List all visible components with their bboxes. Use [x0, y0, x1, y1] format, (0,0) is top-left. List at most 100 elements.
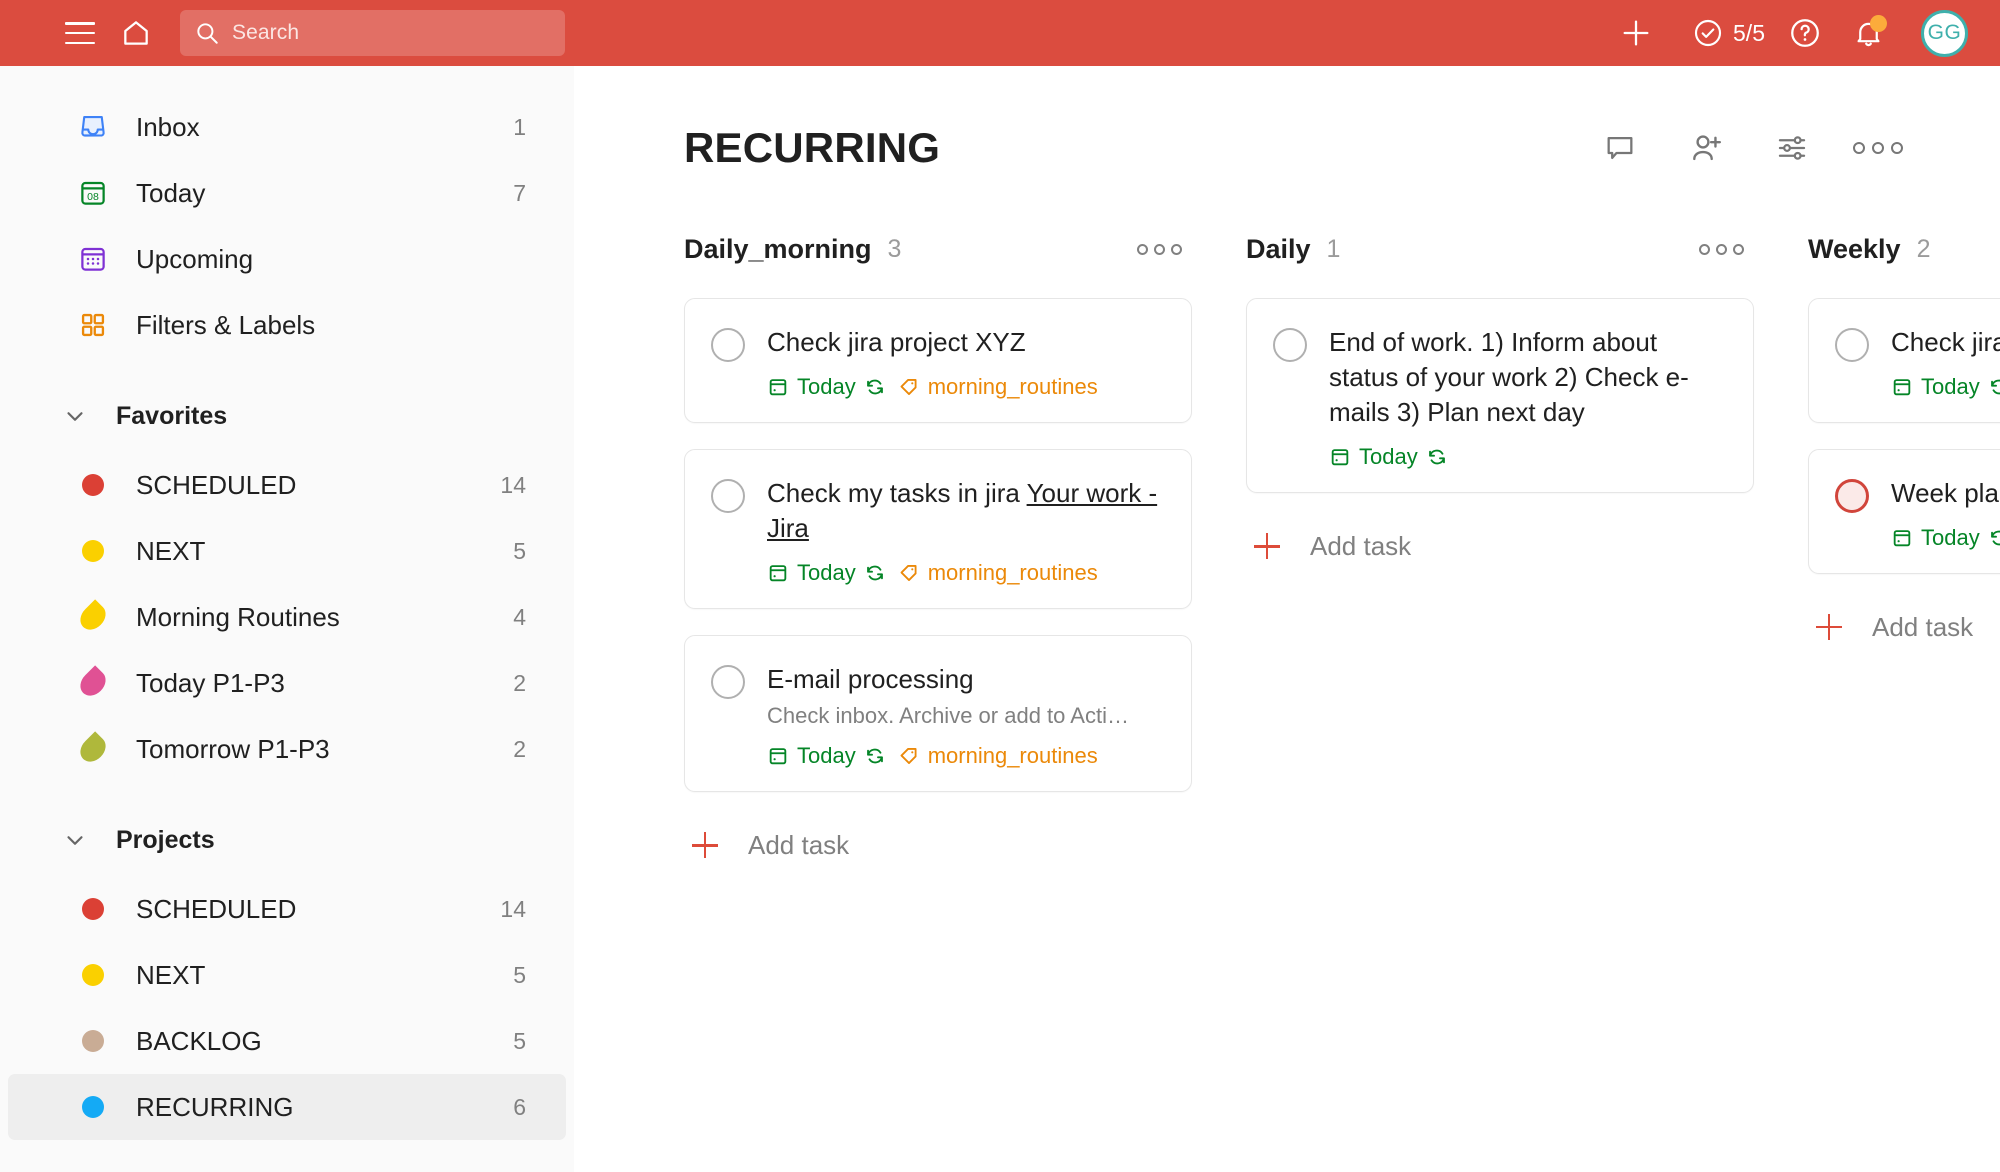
more-menu-icon	[1853, 142, 1903, 154]
sidebar-item-label: Filters & Labels	[136, 309, 316, 340]
sidebar-item-next-fav[interactable]: NEXT 5	[8, 518, 566, 584]
add-task-button[interactable]: Add task	[1808, 602, 2000, 652]
task-card[interactable]: Check my tasks in jira Your work - Jira …	[684, 449, 1192, 610]
search-input[interactable]: Search	[180, 10, 565, 56]
sidebar-item-count: 14	[500, 471, 526, 498]
view-options-button[interactable]	[1770, 126, 1814, 170]
avatar[interactable]: GG	[1921, 9, 1968, 57]
sidebar-item-label: Tomorrow P1-P3	[136, 733, 330, 764]
task-due-date[interactable]: Today	[767, 374, 886, 400]
sidebar-item-today[interactable]: 08 Today 7	[8, 160, 566, 226]
sidebar: Inbox 1 08 Today 7 Upcoming Filters & La…	[0, 66, 574, 1172]
task-due-date[interactable]: Today	[1891, 525, 2000, 551]
task-checkbox[interactable]	[1273, 328, 1307, 362]
board-column-daily-morning: Daily_morning 3 Check jira project XYZ T…	[684, 226, 1192, 870]
sidebar-item-next[interactable]: NEXT 5	[8, 942, 566, 1008]
task-due-date[interactable]: Today	[767, 560, 886, 586]
add-task-button[interactable]	[1614, 11, 1658, 55]
task-due-date[interactable]: Today	[1891, 374, 2000, 400]
task-card[interactable]: E-mail processing Check inbox. Archive o…	[684, 635, 1192, 793]
sidebar-item-count: 2	[513, 669, 526, 696]
recurring-icon	[1990, 379, 2000, 395]
search-icon	[197, 23, 218, 44]
sidebar-item-today-p1-p3[interactable]: Today P1-P3 2	[8, 650, 566, 716]
menu-button[interactable]	[58, 11, 102, 55]
task-title: Check my tasks in jira Your work - Jira	[767, 476, 1165, 546]
view-options-icon	[1778, 136, 1806, 160]
plus-icon	[1812, 610, 1846, 644]
add-person-button[interactable]	[1684, 126, 1728, 170]
column-title: Weekly	[1808, 233, 1901, 264]
page-title: RECURRING	[684, 124, 941, 171]
column-count: 1	[1326, 234, 1341, 263]
task-card[interactable]: End of work. 1) Inform about status of y…	[1246, 298, 1754, 494]
plus-icon	[1623, 20, 1649, 46]
column-menu-button[interactable]	[1699, 243, 1744, 255]
productivity-button[interactable]: 5/5	[1692, 17, 1765, 49]
task-due-label: Today	[1359, 444, 1418, 470]
task-tag[interactable]: morning_routines	[898, 560, 1098, 586]
sidebar-item-count: 6	[513, 1093, 526, 1120]
task-tag-label: morning_routines	[927, 560, 1098, 586]
task-due-label: Today	[797, 374, 856, 400]
sidebar-item-upcoming[interactable]: Upcoming	[8, 226, 566, 292]
search-placeholder: Search	[232, 21, 300, 44]
task-checkbox[interactable]	[711, 665, 745, 700]
task-tag[interactable]: morning_routines	[898, 743, 1098, 769]
task-checkbox[interactable]	[1835, 479, 1869, 514]
calendar-icon	[1893, 530, 1911, 547]
sidebar-item-label: Morning Routines	[136, 601, 340, 632]
column-menu-button[interactable]	[1137, 243, 1182, 255]
tag-icon	[900, 565, 917, 582]
task-checkbox[interactable]	[1835, 328, 1869, 362]
help-button[interactable]	[1783, 11, 1827, 55]
projects-section-header[interactable]: Projects	[0, 804, 574, 876]
check-circle-icon	[1694, 19, 1722, 47]
sidebar-item-label: NEXT	[136, 535, 206, 566]
add-task-button[interactable]: Add task	[1246, 521, 1754, 571]
notification-badge	[1870, 15, 1887, 32]
recurring-icon	[1428, 449, 1445, 465]
task-due-date[interactable]: Today	[1329, 444, 1448, 470]
plus-icon	[1250, 529, 1284, 563]
sidebar-item-label: Upcoming	[136, 243, 254, 274]
sidebar-item-label: BACKLOG	[136, 1025, 262, 1056]
column-header: Weekly 2	[1808, 226, 2000, 272]
favorites-section-header[interactable]: Favorites	[0, 380, 574, 452]
filter-drop-icon	[75, 599, 111, 635]
recurring-icon	[866, 749, 883, 764]
sidebar-item-morning-routines[interactable]: Morning Routines 4	[8, 584, 566, 650]
add-task-label: Add task	[1310, 530, 1412, 561]
add-task-button[interactable]: Add task	[684, 820, 1192, 870]
sidebar-item-backlog[interactable]: BACKLOG 5	[8, 1008, 566, 1074]
more-menu-button[interactable]	[1853, 126, 1903, 170]
task-due-date[interactable]: Today	[767, 743, 886, 769]
task-card[interactable]: Check jira project XYZ Today morning_rou…	[684, 298, 1192, 424]
sidebar-item-filters-labels[interactable]: Filters & Labels	[8, 292, 566, 358]
chevron-down-icon[interactable]	[58, 823, 92, 857]
task-checkbox[interactable]	[711, 328, 745, 362]
sidebar-item-tomorrow-p1-p3[interactable]: Tomorrow P1-P3 2	[8, 716, 566, 782]
task-card[interactable]: Week planning Today	[1808, 449, 2000, 575]
sidebar-item-inbox[interactable]: Inbox 1	[8, 94, 566, 160]
task-meta: Today morning_routines	[767, 560, 1165, 586]
calendar-icon	[769, 379, 787, 396]
column-count: 3	[887, 234, 902, 263]
home-button[interactable]	[114, 11, 158, 55]
comments-button[interactable]	[1598, 126, 1642, 170]
sidebar-item-count: 5	[513, 1027, 526, 1054]
sidebar-item-scheduled-fav[interactable]: SCHEDULED 14	[8, 452, 566, 518]
task-due-label: Today	[797, 743, 856, 769]
sidebar-item-recurring[interactable]: RECURRING 6	[8, 1074, 566, 1140]
task-tag[interactable]: morning_routines	[898, 374, 1098, 400]
sidebar-item-scheduled[interactable]: SCHEDULED 14	[8, 876, 566, 942]
svg-text:08: 08	[87, 191, 99, 203]
task-card[interactable]: Check jira project ABC Today	[1808, 298, 2000, 424]
board-column-daily: Daily 1 End of work. 1) Inform about sta…	[1246, 226, 1754, 571]
sidebar-item-label: RECURRING	[136, 1091, 294, 1122]
notifications-button[interactable]	[1845, 10, 1891, 56]
project-color-dot-icon	[76, 1090, 110, 1124]
chevron-down-icon[interactable]	[58, 399, 92, 433]
task-checkbox[interactable]	[711, 479, 745, 514]
project-color-dot-icon	[76, 1024, 110, 1058]
